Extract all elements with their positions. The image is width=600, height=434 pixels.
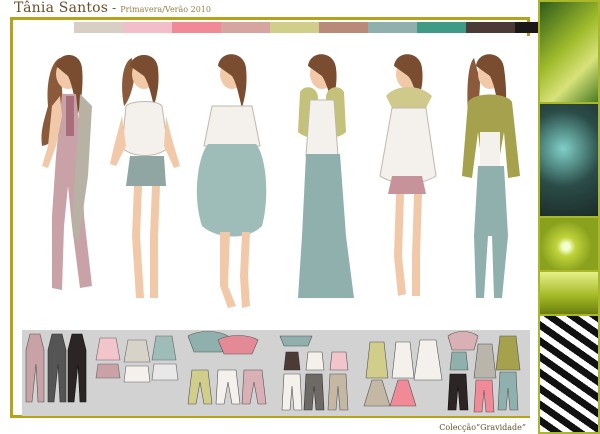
flat-group-5: [363, 339, 443, 407]
splash-tile: [540, 272, 598, 314]
flat-group-2: [95, 335, 179, 383]
model-figure-3: [196, 54, 267, 308]
page: { "header": { "designer": "Tânia Santos"…: [0, 0, 600, 434]
water-drop-tile: [540, 218, 598, 270]
mood-panel: [538, 0, 600, 434]
color-palette: [74, 22, 564, 33]
palette-swatch-8: [417, 22, 466, 33]
palette-swatch-5: [270, 22, 319, 33]
model-figure-4: [298, 54, 354, 298]
flat-group-1: [25, 333, 87, 403]
designer-name: Tânia Santos: [14, 0, 109, 16]
palette-swatch-3: [172, 22, 221, 33]
palette-swatch-6: [319, 22, 368, 33]
header: Tânia Santos - Primavera/Verão 2010: [14, 0, 211, 17]
palette-swatch-9: [466, 22, 515, 33]
fashion-illustrations: [41, 54, 520, 308]
model-figure-1: [41, 55, 92, 290]
season-label: Primavera/Verão 2010: [120, 5, 211, 14]
green-leaf-tile: [540, 2, 598, 102]
flat-group-6: [447, 331, 521, 413]
model-figure-6: [462, 54, 520, 298]
collection-label: Colecção“Gravidade”: [439, 423, 526, 432]
header-separator: -: [112, 1, 117, 15]
black-white-tile: [540, 316, 598, 432]
palette-swatch-4: [221, 22, 270, 33]
technical-flats: [22, 330, 530, 416]
illustration-stage: [22, 36, 530, 330]
palette-swatch-7: [368, 22, 417, 33]
model-figure-5: [379, 54, 437, 296]
flat-group-3: [187, 331, 267, 405]
palette-swatch-2: [123, 22, 172, 33]
flat-drawings: [25, 331, 521, 413]
flat-group-4: [279, 335, 349, 411]
dandelion-tile: [540, 104, 598, 216]
palette-swatch-1: [74, 22, 123, 33]
model-figure-2: [110, 55, 180, 298]
